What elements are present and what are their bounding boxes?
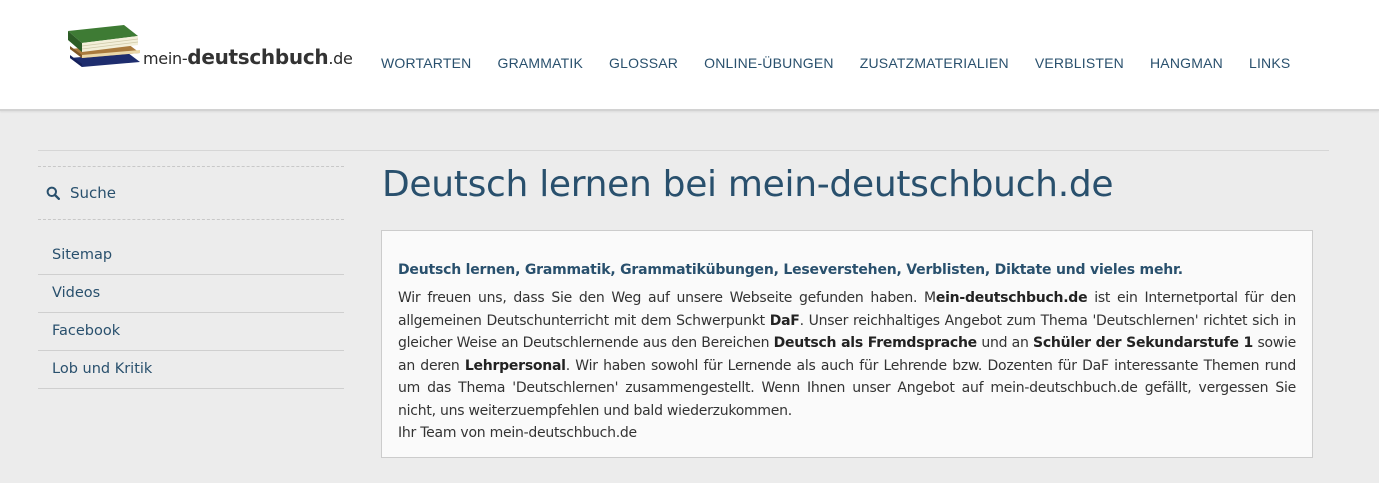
nav-zusatzmaterialien[interactable]: ZUSATZMATERIALIEN xyxy=(860,55,1009,71)
sidebar: Suche Sitemap Videos Facebook Lob und Kr… xyxy=(38,166,344,389)
nav-verblisten[interactable]: VERBLISTEN xyxy=(1035,55,1124,71)
page-title: Deutsch lernen bei mein-deutschbuch.de xyxy=(382,164,1114,205)
site-logo[interactable]: mein-deutschbuch.de xyxy=(66,22,366,72)
sidebar-item-lob-und-kritik[interactable]: Lob und Kritik xyxy=(38,351,344,389)
sidebar-item-sitemap[interactable]: Sitemap xyxy=(38,237,344,275)
search-icon xyxy=(46,186,60,200)
books-icon xyxy=(68,25,140,67)
nav-hangman[interactable]: HANGMAN xyxy=(1150,55,1223,71)
sidebar-item-facebook[interactable]: Facebook xyxy=(38,313,344,351)
intro-signature: Ihr Team von mein-deutschbuch.de xyxy=(398,425,637,441)
intro-paragraph: Wir freuen uns, dass Sie den Weg auf uns… xyxy=(398,290,1297,441)
search-label: Suche xyxy=(70,184,117,202)
site-header: mein-deutschbuch.de WORTARTEN GRAMMATIK … xyxy=(0,0,1379,111)
nav-wortarten[interactable]: WORTARTEN xyxy=(381,55,471,71)
intro-heading: Deutsch lernen, Grammatik, Grammatikübun… xyxy=(398,262,1183,278)
content-divider xyxy=(38,150,1329,151)
nav-links[interactable]: LINKS xyxy=(1249,55,1290,71)
sidebar-list: Sitemap Videos Facebook Lob und Kritik xyxy=(38,237,344,389)
intro-box: Deutsch lernen, Grammatik, Grammatikübun… xyxy=(381,230,1313,458)
nav-online-uebungen[interactable]: ONLINE-ÜBUNGEN xyxy=(704,55,834,71)
nav-glossar[interactable]: GLOSSAR xyxy=(609,55,678,71)
logo-text: mein-deutschbuch.de xyxy=(143,45,353,69)
search-button[interactable]: Suche xyxy=(38,166,344,220)
main-nav: WORTARTEN GRAMMATIK GLOSSAR ONLINE-ÜBUNG… xyxy=(381,55,1316,71)
nav-grammatik[interactable]: GRAMMATIK xyxy=(497,55,583,71)
sidebar-item-videos[interactable]: Videos xyxy=(38,275,344,313)
